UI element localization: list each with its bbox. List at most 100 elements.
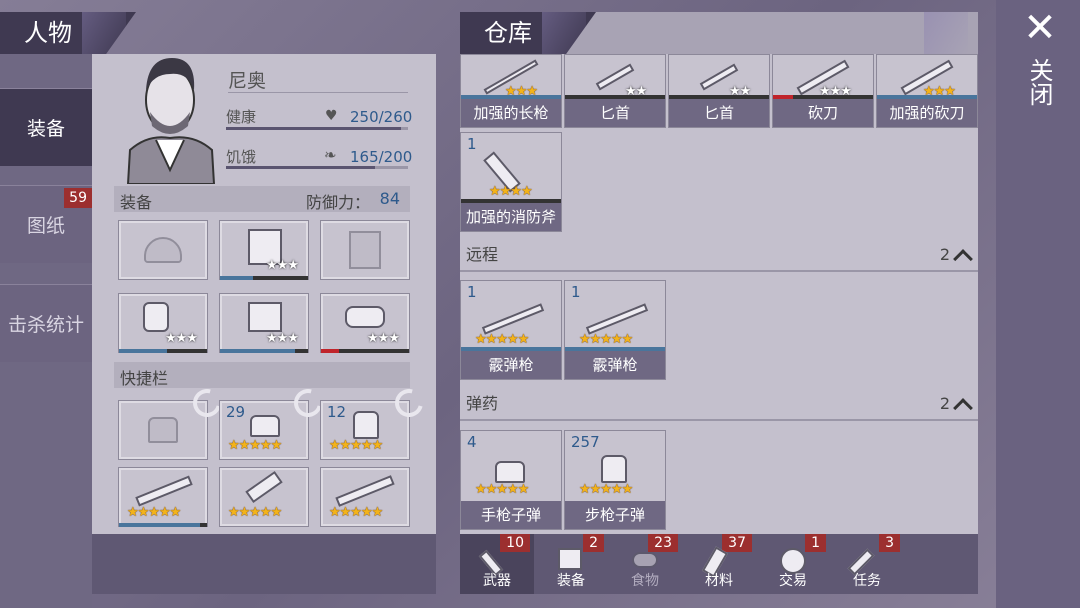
ranged-section-header[interactable]: 远程 2 (460, 238, 978, 272)
health-label: 健康 (226, 108, 257, 126)
category-materials[interactable]: 37 材料 (682, 534, 756, 594)
close-button[interactable]: 关闭 (1025, 58, 1054, 106)
item-count: 1 (571, 283, 581, 301)
defense-value: 84 (379, 189, 400, 208)
storage-item[interactable]: ★★ 匕首 (668, 54, 770, 128)
item-label: 加强的消防斧 (461, 203, 561, 231)
ammo-section-header[interactable]: 弹药 2 (460, 387, 978, 421)
item-count: 1 (467, 283, 477, 301)
shotgun-icon (585, 303, 649, 335)
category-label: 任务 (853, 573, 881, 589)
hands-slot[interactable]: ★★★ (118, 293, 208, 353)
hotbar-slot-2[interactable]: 29 ★★★★★ (219, 383, 328, 460)
hotbar-stars: ★★★★★ (329, 438, 383, 453)
item-label: 匕首 (669, 99, 769, 127)
hotbar-stars: ★★★★★ (329, 505, 383, 520)
category-label: 装备 (557, 573, 585, 589)
legs-slot[interactable]: ★★★ (219, 293, 309, 353)
storage-item[interactable]: ★★ 匕首 (564, 54, 666, 128)
coat-slot[interactable] (320, 220, 410, 280)
storage-item[interactable]: ★★★ 加强的砍刀 (876, 54, 978, 128)
coat-icon (349, 231, 381, 269)
item-stars: ★★★★★ (475, 482, 529, 497)
pistol-ammo-icon (495, 461, 525, 483)
shoes-icon (345, 306, 385, 328)
category-food[interactable]: 23 食物 (608, 534, 682, 594)
category-quests[interactable]: 3 任务 (830, 534, 904, 594)
ammo-icon (148, 417, 178, 443)
tab-blueprints[interactable]: 图纸 59 (0, 185, 92, 263)
item-label: 霰弹枪 (565, 351, 665, 379)
category-trade[interactable]: 1 交易 (756, 534, 830, 594)
category-label: 武器 (483, 573, 511, 589)
hotbar-stars: ★★★★★ (228, 505, 282, 520)
category-badge: 10 (500, 534, 530, 552)
character-portrait (118, 50, 222, 185)
hotbar-slot-1[interactable] (118, 383, 227, 460)
category-equipment[interactable]: 2 装备 (534, 534, 608, 594)
item-stars: ★★★★ (489, 184, 533, 199)
equipment-label: 装备 (120, 193, 153, 212)
item-label: 砍刀 (773, 99, 873, 127)
hotbar-count: 29 (226, 403, 246, 421)
tab-label: 装备 (26, 118, 65, 140)
tab-label: 击杀统计 (7, 314, 84, 336)
category-badge: 23 (648, 534, 678, 552)
storage-item[interactable]: ★★★ 加强的长枪 (460, 54, 562, 128)
section-label: 远程 (466, 245, 499, 264)
stomach-icon: ❧ (324, 146, 337, 164)
legs-stars: ★★★ (266, 331, 299, 346)
rifle-icon (335, 475, 395, 507)
gloves-icon (143, 302, 169, 332)
rifle-ammo-icon (353, 411, 379, 439)
storage-item[interactable]: 1 ★★★★★ 霰弹枪 (460, 280, 562, 380)
hotbar-slot-3[interactable]: 12 ★★★★★ (320, 383, 429, 460)
hotbar-count: 12 (327, 403, 347, 421)
hunger-value: 165/200 (350, 148, 413, 166)
shorts-icon (248, 302, 282, 332)
character-name: 尼奥 (228, 70, 267, 92)
item-label: 匕首 (565, 99, 665, 127)
hotbar-stars: ★★★★★ (228, 438, 282, 453)
storage-item[interactable]: 4 ★★★★★ 手枪子弹 (460, 430, 562, 530)
feet-slot[interactable]: ★★★ (320, 293, 410, 353)
item-count: 4 (467, 433, 477, 451)
helmet-icon (144, 237, 182, 263)
item-stars: ★★★★★ (579, 332, 633, 347)
storage-item[interactable]: 257 ★★★★★ 步枪子弹 (564, 430, 666, 530)
storage-item[interactable]: ★★★ 砍刀 (772, 54, 874, 128)
rifle-ammo-icon (601, 455, 627, 483)
section-count: 2 (939, 394, 950, 413)
hotbar-slot-4[interactable]: ★★★★★ (118, 467, 208, 527)
health-bar (226, 127, 408, 130)
pistol-ammo-icon (250, 415, 280, 437)
chevron-up-icon (953, 398, 973, 418)
category-label: 交易 (779, 573, 807, 589)
hotbar-slot-5[interactable]: ★★★★★ (219, 467, 309, 527)
health-value: 250/260 (350, 108, 413, 126)
head-slot[interactable] (118, 220, 208, 280)
storage-item[interactable]: 1 ★★★★★ 霰弹枪 (564, 280, 666, 380)
equipment-header: 装备 防御力： 84 (114, 186, 410, 212)
hotbar-slot-6[interactable]: ★★★★★ (320, 467, 410, 527)
close-icon[interactable]: ✕ (1022, 8, 1058, 48)
item-stars: ★★★★★ (475, 332, 529, 347)
item-count: 257 (571, 433, 600, 451)
category-label: 食物 (631, 573, 659, 589)
tab-label: 图纸 (26, 215, 65, 237)
revolver-icon (245, 470, 283, 504)
tab-equipment[interactable]: 装备 (0, 88, 92, 166)
category-weapons[interactable]: 10 武器 (460, 534, 534, 594)
durability-bar (119, 523, 207, 527)
shotgun-icon (135, 475, 193, 507)
item-label: 加强的砍刀 (877, 99, 977, 127)
blueprints-badge: 59 (64, 188, 92, 208)
tab-kill-stats[interactable]: 击杀统计 (0, 284, 92, 362)
durability-bar (321, 349, 409, 353)
heart-icon: ♥ (325, 108, 338, 124)
category-badge: 1 (805, 534, 826, 552)
storage-item[interactable]: 1 ★★★★ 加强的消防斧 (460, 132, 562, 232)
body-slot[interactable]: ★★★ (219, 220, 309, 280)
hotbar-label: 快捷栏 (120, 369, 169, 388)
feet-stars: ★★★ (367, 331, 400, 346)
